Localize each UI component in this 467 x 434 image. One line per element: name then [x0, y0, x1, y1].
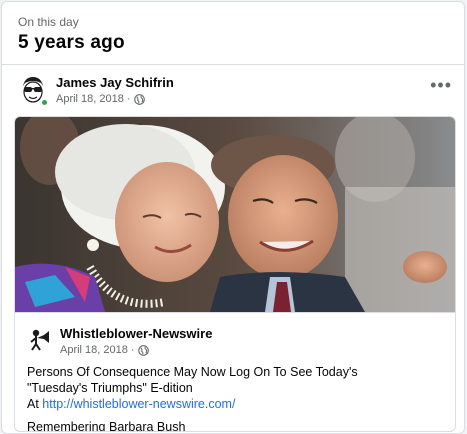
- post-text-line: "Tuesday's Triumphs" E-dition: [27, 381, 193, 395]
- memory-label: On this day: [18, 15, 79, 29]
- shared-divider: [15, 312, 455, 313]
- divider: [2, 64, 464, 65]
- author-name[interactable]: James Jay Schifrin: [56, 75, 174, 90]
- post-caption: Remembering Barbara Bush: [27, 420, 186, 432]
- website-link[interactable]: http://whistleblower-newswire.com/: [42, 397, 235, 411]
- online-status-dot: [40, 98, 49, 107]
- shared-photo[interactable]: [15, 117, 456, 312]
- post-text-line: Persons Of Consequence May Now Log On To…: [27, 365, 358, 379]
- more-options-button[interactable]: •••: [430, 76, 452, 94]
- link-prefix: At: [27, 397, 39, 411]
- shared-post-text: Persons Of Consequence May Now Log On To…: [27, 364, 447, 432]
- post-link-line: At http://whistleblower-newswire.com/: [27, 396, 447, 412]
- memory-title: 5 years ago: [18, 32, 125, 53]
- page-name[interactable]: Whistleblower-Newswire: [60, 326, 212, 341]
- meta-separator: ·: [130, 344, 135, 356]
- memory-card: On this day 5 years ago James Jay Schifr…: [1, 1, 465, 434]
- shared-post[interactable]: Whistleblower-Newswire April 18, 2018 · …: [14, 116, 456, 432]
- meta-separator: ·: [126, 93, 131, 105]
- shared-post-date[interactable]: April 18, 2018: [60, 344, 128, 356]
- shared-post-meta: April 18, 2018 ·: [60, 344, 149, 356]
- megaphone-figure-icon[interactable]: [27, 325, 53, 351]
- post-date[interactable]: April 18, 2018: [56, 93, 124, 105]
- globe-icon[interactable]: [133, 93, 145, 105]
- post-meta: April 18, 2018 ·: [56, 93, 145, 105]
- globe-icon[interactable]: [137, 344, 149, 356]
